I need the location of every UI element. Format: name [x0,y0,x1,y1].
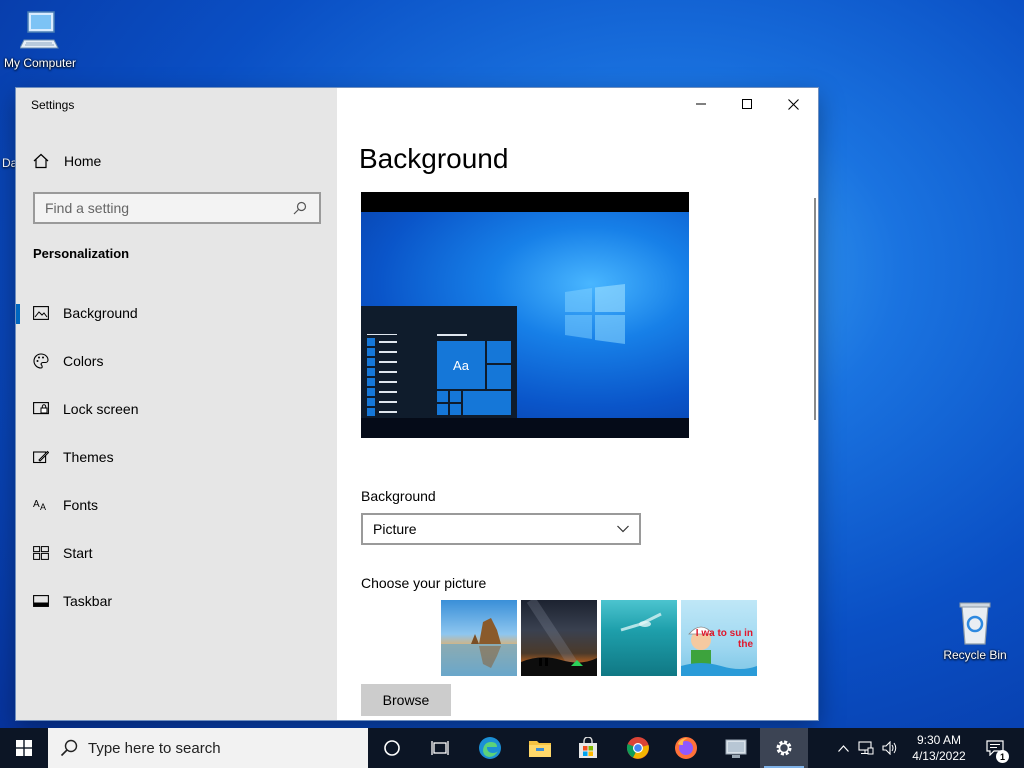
sidebar-item-taskbar[interactable]: Taskbar [16,583,337,619]
taskbar-app-store[interactable] [564,728,612,768]
firefox-icon [675,737,697,759]
dropdown-value: Picture [373,521,417,537]
volume-icon[interactable] [878,741,902,755]
taskbar: Type here to search 9:30 AM 4/13/2022 1 [0,728,1024,768]
search-field[interactable] [33,192,321,224]
lock-screen-icon [33,401,49,417]
maximize-icon [742,99,752,109]
taskbar-app-settings[interactable] [760,728,808,768]
settings-window: Settings Home Personalization Background [16,88,818,720]
cortana-icon [384,740,400,756]
windows-logo-icon [16,740,32,756]
start-button[interactable] [0,728,48,768]
browse-button[interactable]: Browse [361,684,451,716]
fonts-icon: AA [33,497,49,513]
remote-desktop-icon [725,739,747,758]
home-icon [33,153,49,169]
tray-overflow-chevron-icon[interactable] [832,744,854,752]
taskbar-search-box[interactable]: Type here to search [48,728,368,768]
desktop-icon-label: My Computer [3,56,77,70]
picture-thumbnail-custom[interactable]: I wa to su in the [681,600,757,676]
preview-taskbar [361,418,689,438]
page-title: Background [359,143,509,174]
sidebar-item-label: Home [64,153,102,169]
picture-thumbnail-night-sky[interactable] [521,600,597,676]
recycle-bin-icon [959,602,991,645]
minimize-icon [696,103,706,105]
sidebar-item-label: Taskbar [63,593,113,609]
taskbar-search-placeholder: Type here to search [88,739,221,757]
picture-icon [33,305,49,321]
edge-icon [479,737,501,759]
sidebar: Settings Home Personalization Background [16,88,337,720]
chevron-down-icon [617,525,629,533]
scrollbar[interactable] [814,198,816,420]
sidebar-item-colors[interactable]: Colors [16,343,337,379]
taskbar-app-file-explorer[interactable] [516,728,564,768]
computer-icon [20,11,59,49]
cortana-button[interactable] [368,728,416,768]
close-icon [787,98,799,110]
clock-date: 4/13/2022 [912,749,966,763]
close-button[interactable] [770,92,816,116]
sidebar-item-label: Lock screen [63,401,139,417]
taskbar-app-remote-desktop[interactable] [712,728,760,768]
action-center-button[interactable]: 1 [980,728,1010,768]
background-preview: Aa [361,192,689,438]
desktop-icon-label: Recycle Bin [943,648,1007,662]
background-type-label: Background [361,488,436,504]
desktop-icon-my-computer[interactable]: My Computer [0,10,80,70]
task-view-icon [431,741,449,755]
minimize-button[interactable] [678,92,724,116]
desktop-icon-recycle-bin[interactable]: Recycle Bin [935,600,1015,662]
search-icon [60,739,78,757]
store-icon [579,737,597,758]
svg-text:A: A [33,499,40,510]
section-title: Personalization [33,246,130,261]
maximize-button[interactable] [724,92,770,116]
start-icon [33,545,49,561]
folder-icon [529,741,551,757]
taskbar-app-firefox[interactable] [662,728,710,768]
taskbar-icon [33,593,49,609]
taskbar-clock[interactable]: 9:30 AM 4/13/2022 [904,732,974,764]
sidebar-item-label: Start [63,545,93,561]
sidebar-item-label: Fonts [63,497,99,513]
thumbnail-caption: I wa to su in the [695,628,753,650]
themes-icon [33,449,49,465]
gear-icon [776,740,792,756]
task-view-button[interactable] [416,728,464,768]
sidebar-item-home[interactable]: Home [16,143,337,179]
sidebar-item-label: Colors [63,353,104,369]
content-pane: Background Aa Background Picture Choose … [337,88,818,720]
sidebar-item-themes[interactable]: Themes [16,439,337,475]
palette-icon [33,353,49,369]
choose-picture-label: Choose your picture [361,575,487,591]
picture-thumbnail-underwater[interactable] [601,600,677,676]
window-title: Settings [31,98,75,112]
sidebar-item-lock-screen[interactable]: Lock screen [16,391,337,427]
network-icon[interactable] [854,741,878,755]
taskbar-app-chrome[interactable] [614,728,662,768]
taskbar-app-edge[interactable] [466,728,514,768]
chrome-icon [626,737,649,759]
notification-badge: 1 [996,750,1009,763]
preview-start-menu: Aa [361,306,517,418]
system-tray [832,728,902,768]
background-type-dropdown[interactable]: Picture [361,513,641,545]
search-input[interactable] [35,200,293,216]
picture-thumbnail-beach[interactable] [441,600,517,676]
sidebar-item-start[interactable]: Start [16,535,337,571]
search-icon[interactable] [293,201,313,215]
sidebar-item-background[interactable]: Background [16,295,337,331]
windows-logo-icon [565,284,625,344]
svg-text:A: A [40,502,46,512]
sidebar-item-label: Background [63,305,138,321]
preview-tile-text: Aa [436,340,486,390]
clock-time: 9:30 AM [916,733,962,747]
sidebar-item-label: Themes [63,449,114,465]
sidebar-item-fonts[interactable]: AA Fonts [16,487,337,523]
